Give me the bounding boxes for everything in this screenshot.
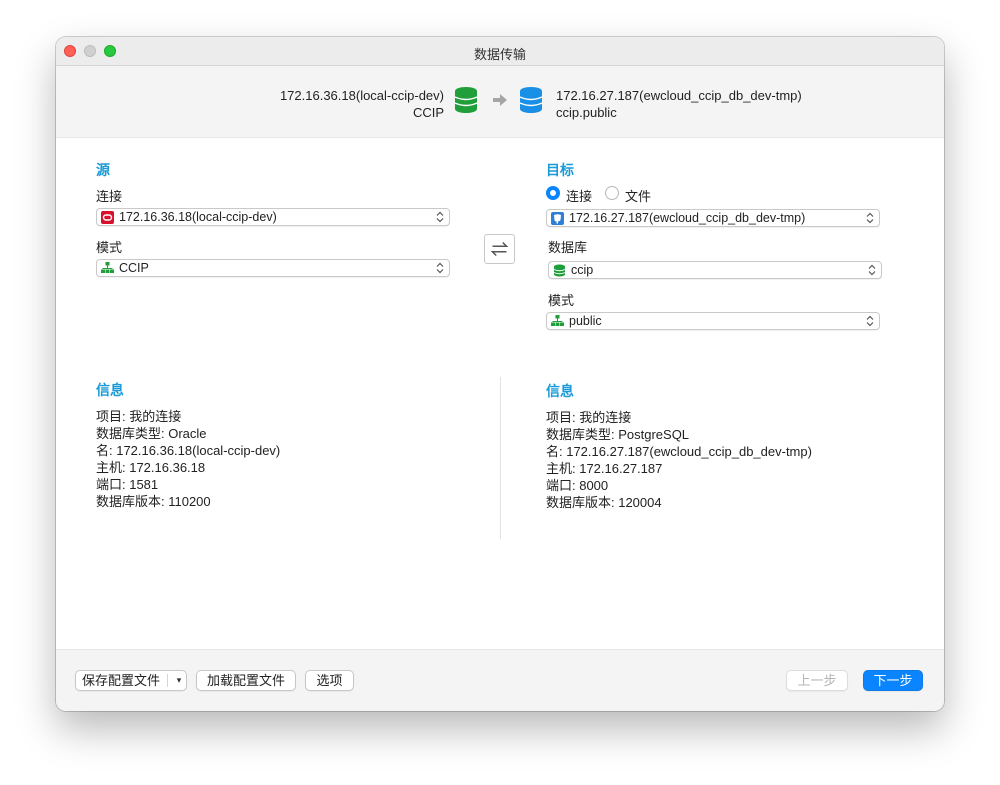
source-info-line: 主机: 172.16.36.18 (96, 460, 206, 475)
schema-icon (101, 262, 114, 273)
info-divider (500, 377, 501, 539)
oracle-icon (101, 211, 114, 224)
source-info-block: 项目: 我的连接 数据库类型: Oracle 名: 172.16.36.18(l… (96, 408, 280, 510)
target-file-radio-label[interactable]: 文件 (625, 186, 651, 205)
banner-source: 172.16.36.18(local-ccip-dev) CCIP (280, 87, 444, 121)
source-info-line: 项目: 我的连接 (96, 409, 182, 424)
target-file-radio[interactable] (605, 186, 619, 200)
target-database-select[interactable]: ccip (548, 261, 882, 279)
source-connection-label: 连接 (96, 189, 123, 204)
target-info-line: 名: 172.16.27.187(ewcloud_ccip_db_dev-tmp… (546, 444, 812, 459)
source-connection-select[interactable]: 172.16.36.18(local-ccip-dev) (96, 208, 450, 226)
target-connection-value: 172.16.27.187(ewcloud_ccip_db_dev-tmp) (569, 211, 806, 225)
chevron-updown-icon (436, 211, 444, 223)
banner-target-name: 172.16.27.187(ewcloud_ccip_db_dev-tmp) (556, 88, 802, 103)
banner-target-schema: ccip.public (556, 105, 617, 120)
swap-source-target-button[interactable] (484, 234, 515, 264)
target-schema-label: 模式 (548, 293, 575, 308)
save-profile-menu-arrow[interactable]: ▾ (172, 671, 186, 690)
load-profile-button[interactable]: 加载配置文件 (196, 670, 296, 691)
database-icon (553, 264, 566, 277)
source-section-title: 源 (96, 162, 110, 178)
source-connection-value: 172.16.36.18(local-ccip-dev) (119, 210, 277, 224)
banner-source-name: 172.16.36.18(local-ccip-dev) (279, 88, 444, 103)
chevron-updown-icon (436, 262, 444, 274)
source-schema-value: CCIP (119, 261, 149, 275)
transfer-summary-banner: 172.16.36.18(local-ccip-dev) CCIP 172.16… (56, 66, 944, 138)
postgresql-icon (551, 212, 564, 225)
database-blue-icon (519, 87, 543, 113)
target-connection-radio-label[interactable]: 连接 (566, 186, 592, 205)
banner-source-schema: CCIP (412, 105, 444, 120)
source-info-line: 数据库类型: Oracle (96, 426, 207, 441)
schema-icon (551, 315, 564, 326)
swap-arrows-icon (490, 241, 509, 257)
save-profile-split-button[interactable]: 保存配置文件 ▾ (75, 670, 187, 691)
target-section-title: 目标 (546, 162, 574, 178)
source-info-title: 信息 (96, 382, 124, 398)
source-schema-label: 模式 (96, 240, 123, 255)
title-bar: 数据传输 (56, 37, 944, 66)
previous-button[interactable]: 上一步 (786, 670, 848, 691)
target-info-block: 项目: 我的连接 数据库类型: PostgreSQL 名: 172.16.27.… (546, 409, 812, 511)
target-database-value: ccip (571, 263, 594, 277)
data-transfer-window: 数据传输 172.16.36.18(local-ccip-dev) CCIP 1… (56, 37, 944, 711)
target-info-line: 数据库版本: 120004 (546, 495, 662, 510)
target-schema-value: public (569, 314, 602, 328)
arrow-right-icon (493, 94, 507, 106)
target-info-line: 端口: 8000 (546, 478, 609, 493)
chevron-updown-icon (866, 212, 874, 224)
banner-target: 172.16.27.187(ewcloud_ccip_db_dev-tmp) c… (556, 87, 802, 121)
next-button[interactable]: 下一步 (863, 670, 923, 691)
dialog-footer: 保存配置文件 ▾ 加载配置文件 选项 上一步 下一步 (56, 649, 944, 711)
source-info-line: 数据库版本: 110200 (96, 494, 211, 509)
chevron-updown-icon (868, 264, 876, 276)
target-info-line: 项目: 我的连接 (546, 410, 632, 425)
options-button[interactable]: 选项 (305, 670, 354, 691)
source-schema-select[interactable]: CCIP (96, 259, 450, 277)
target-schema-select[interactable]: public (546, 312, 880, 330)
target-connection-select[interactable]: 172.16.27.187(ewcloud_ccip_db_dev-tmp) (546, 209, 880, 227)
chevron-updown-icon (866, 315, 874, 327)
target-database-label: 数据库 (548, 240, 588, 255)
split-button-separator (167, 674, 168, 687)
window-title: 数据传输 (473, 47, 526, 62)
target-connection-radio[interactable] (546, 186, 560, 200)
target-info-line: 主机: 172.16.27.187 (546, 461, 663, 476)
database-green-icon (454, 87, 478, 113)
target-info-line: 数据库类型: PostgreSQL (546, 427, 690, 442)
save-profile-button-label[interactable]: 保存配置文件 (82, 671, 160, 690)
source-info-line: 名: 172.16.36.18(local-ccip-dev) (96, 443, 281, 458)
source-info-line: 端口: 1581 (96, 477, 159, 492)
target-info-title: 信息 (546, 383, 574, 399)
